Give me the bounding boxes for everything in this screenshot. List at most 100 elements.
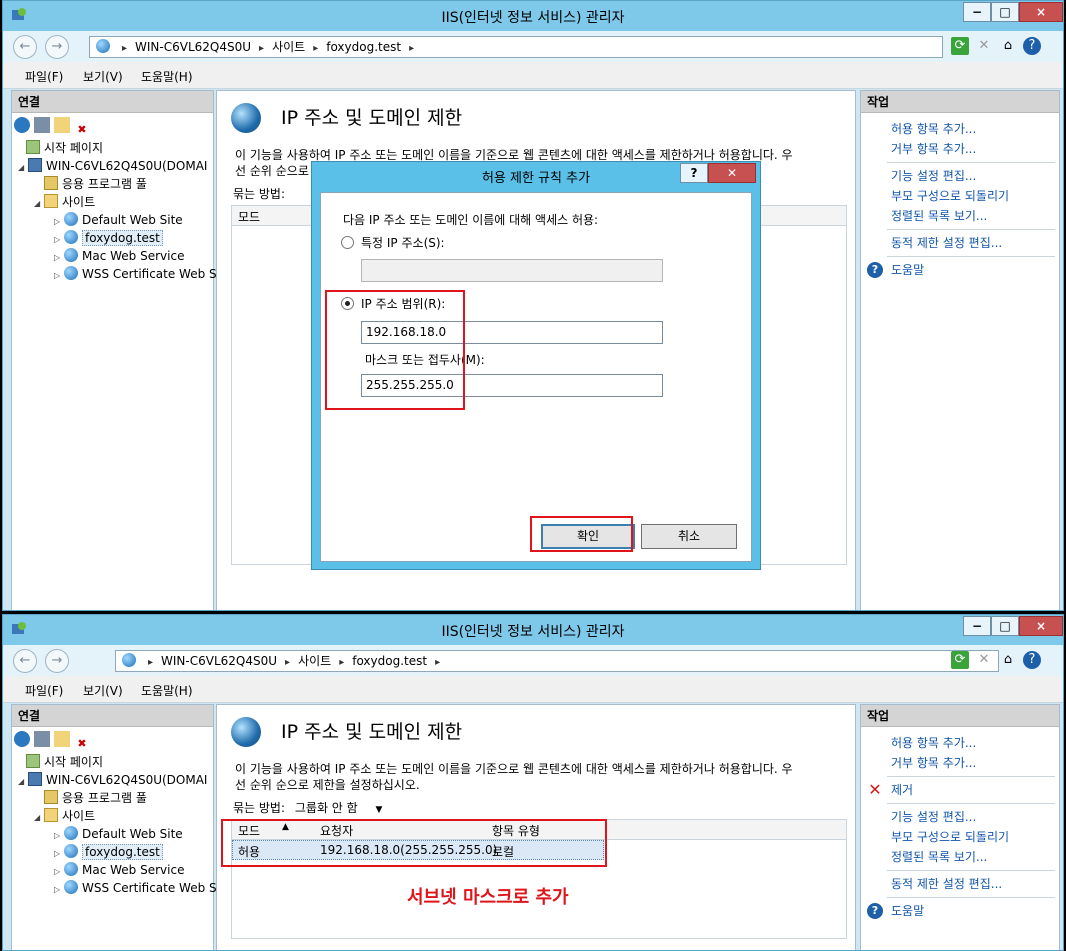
- tree-label: 시작 페이지: [44, 755, 104, 769]
- group-by-row: 묶는 방법: 그룹화 안 함 ▼: [233, 797, 839, 819]
- breadcrumb-sites[interactable]: 사이트: [298, 654, 331, 668]
- close-button[interactable]: ×: [1019, 616, 1063, 636]
- dialog-close-button[interactable]: ✕: [708, 163, 756, 183]
- action-view-ordered[interactable]: 정렬된 목록 보기...: [861, 206, 1059, 226]
- breadcrumb-separator: ▸: [339, 657, 345, 668]
- tree-site-mac[interactable]: ▷ Mac Web Service: [54, 861, 184, 879]
- save-icon[interactable]: [34, 731, 50, 747]
- tree-label: Mac Web Service: [82, 863, 185, 877]
- breadcrumb-site[interactable]: foxydog.test: [352, 654, 427, 668]
- connect-globe-icon[interactable]: [14, 117, 30, 133]
- tree-app-pools[interactable]: 응용 프로그램 풀: [44, 789, 147, 807]
- tree-site-default[interactable]: ▷ Default Web Site: [54, 825, 183, 843]
- action-edit-feature[interactable]: 기능 설정 편집...: [861, 166, 1059, 186]
- breadcrumb-server[interactable]: WIN-C6VL62Q4S0U: [161, 654, 277, 668]
- menu-view[interactable]: 보기(V): [83, 682, 123, 699]
- stop-icon[interactable]: ✕: [975, 37, 993, 55]
- tree-site-foxydog[interactable]: ▷ foxydog.test: [54, 229, 163, 247]
- tree-label: foxydog.test: [82, 230, 163, 246]
- action-revert-parent[interactable]: 부모 구성으로 되돌리기: [861, 186, 1059, 206]
- disconnect-icon[interactable]: ✖: [74, 122, 90, 138]
- menu-help[interactable]: 도움말(H): [141, 682, 193, 699]
- breadcrumb-separator: ▸: [148, 657, 154, 668]
- menu-file[interactable]: 파일(F): [25, 682, 63, 699]
- col-mode[interactable]: 모드: [238, 208, 260, 225]
- tree-site-default[interactable]: ▷ Default Web Site: [54, 211, 183, 229]
- action-help[interactable]: ? 도움말: [861, 260, 1059, 280]
- action-add-deny[interactable]: 거부 항목 추가...: [861, 753, 1059, 773]
- address-breadcrumb[interactable]: ▸ WIN-C6VL62Q4S0U ▸ 사이트 ▸ foxydog.test ▸: [115, 650, 999, 672]
- breadcrumb-sites[interactable]: 사이트: [272, 40, 305, 54]
- close-button[interactable]: ×: [1019, 2, 1063, 22]
- description-line: 선 순위 순으로 제한을 설정하십시오.: [235, 778, 420, 792]
- tree-site-wss[interactable]: ▷ WSS Certificate Web S: [54, 879, 217, 897]
- stop-icon[interactable]: ✕: [975, 651, 993, 669]
- forward-arrow-icon[interactable]: →: [45, 35, 69, 59]
- refresh-icon[interactable]: ⟳: [951, 651, 969, 669]
- feature-title: IP 주소 및 도메인 제한: [281, 107, 463, 129]
- description-line: 이 기능을 사용하여 IP 주소 또는 도메인 이름을 기준으로 웹 콘텐츠에 …: [235, 762, 793, 776]
- action-help[interactable]: ? 도움말: [861, 901, 1059, 921]
- cancel-button[interactable]: 취소: [641, 524, 737, 549]
- menu-help[interactable]: 도움말(H): [141, 68, 193, 85]
- specific-ip-radio[interactable]: [341, 236, 354, 249]
- action-edit-feature[interactable]: 기능 설정 편집...: [861, 807, 1059, 827]
- tree-start-page[interactable]: 시작 페이지: [26, 139, 103, 157]
- remove-x-icon: ✕: [868, 780, 882, 799]
- breadcrumb-separator: ▸: [409, 43, 415, 54]
- save-icon[interactable]: [34, 117, 50, 133]
- connections-toolbar: ✖: [12, 113, 213, 137]
- actions-panel: 작업 허용 항목 추가... 거부 항목 추가... 기능 설정 편집... 부…: [860, 90, 1060, 610]
- group-by-select[interactable]: 그룹화 안 함: [295, 801, 358, 815]
- address-breadcrumb[interactable]: ▸ WIN-C6VL62Q4S0U ▸ 사이트 ▸ foxydog.test ▸: [89, 36, 943, 58]
- action-edit-dynamic[interactable]: 동적 제한 설정 편집...: [861, 874, 1059, 894]
- tree-server[interactable]: ◢ WIN-C6VL62Q4S0U(DOMAI: [18, 771, 207, 789]
- menu-bar: 파일(F) 보기(V) 도움말(H): [3, 676, 1063, 703]
- tree-server[interactable]: ◢ WIN-C6VL62Q4S0U(DOMAI: [18, 157, 207, 175]
- disconnect-icon[interactable]: ✖: [74, 736, 90, 752]
- specific-ip-field[interactable]: [361, 259, 663, 282]
- back-arrow-icon[interactable]: ←: [13, 35, 37, 59]
- tree-site-mac[interactable]: ▷ Mac Web Service: [54, 247, 184, 265]
- home-icon[interactable]: ⌂: [999, 37, 1017, 55]
- tree-app-pools[interactable]: 응용 프로그램 풀: [44, 175, 147, 193]
- back-arrow-icon[interactable]: ←: [13, 649, 37, 673]
- tree-site-foxydog[interactable]: ▷ foxydog.test: [54, 843, 163, 861]
- action-add-deny[interactable]: 거부 항목 추가...: [861, 139, 1059, 159]
- action-add-allow[interactable]: 허용 항목 추가...: [861, 119, 1059, 139]
- feature-title: IP 주소 및 도메인 제한: [281, 721, 463, 743]
- refresh-icon[interactable]: ⟳: [951, 37, 969, 55]
- action-remove[interactable]: ✕ 제거: [861, 780, 1059, 800]
- connect-globe-icon[interactable]: [14, 731, 30, 747]
- home-icon[interactable]: ⌂: [999, 651, 1017, 669]
- breadcrumb-server[interactable]: WIN-C6VL62Q4S0U: [135, 40, 251, 54]
- menu-file[interactable]: 파일(F): [25, 68, 63, 85]
- help-dropdown-icon[interactable]: ?: [1023, 651, 1041, 669]
- site-globe-icon: [64, 844, 78, 858]
- tree-site-wss[interactable]: ▷ WSS Certificate Web S: [54, 265, 217, 283]
- forward-arrow-icon[interactable]: →: [45, 649, 69, 673]
- minimize-button[interactable]: −: [963, 2, 991, 22]
- tree-label: 시작 페이지: [44, 141, 104, 155]
- tree-start-page[interactable]: 시작 페이지: [26, 753, 103, 771]
- chevron-down-icon[interactable]: ▼: [376, 805, 383, 815]
- action-help-label: 도움말: [891, 904, 925, 918]
- maximize-button[interactable]: □: [991, 616, 1019, 636]
- action-edit-dynamic[interactable]: 동적 제한 설정 편집...: [861, 233, 1059, 253]
- maximize-button[interactable]: □: [991, 2, 1019, 22]
- up-folder-icon[interactable]: [54, 731, 70, 747]
- action-view-ordered[interactable]: 정렬된 목록 보기...: [861, 847, 1059, 867]
- action-revert-parent[interactable]: 부모 구성으로 되돌리기: [861, 827, 1059, 847]
- tree-sites[interactable]: ◢ 사이트: [34, 193, 95, 211]
- action-add-allow[interactable]: 허용 항목 추가...: [861, 733, 1059, 753]
- up-folder-icon[interactable]: [54, 117, 70, 133]
- folder-icon: [44, 808, 58, 822]
- breadcrumb-site[interactable]: foxydog.test: [326, 40, 401, 54]
- help-dropdown-icon[interactable]: ?: [1023, 37, 1041, 55]
- menu-view[interactable]: 보기(V): [83, 68, 123, 85]
- minimize-button[interactable]: −: [963, 616, 991, 636]
- dialog-help-button[interactable]: ?: [680, 163, 708, 183]
- connections-panel: 연결 ✖ 시작 페이지 ◢ WIN-C6VL62Q4S0U(DOMAI 응용 프로…: [11, 704, 217, 950]
- tree-label: WSS Certificate Web S: [82, 881, 217, 895]
- tree-sites[interactable]: ◢ 사이트: [34, 807, 95, 825]
